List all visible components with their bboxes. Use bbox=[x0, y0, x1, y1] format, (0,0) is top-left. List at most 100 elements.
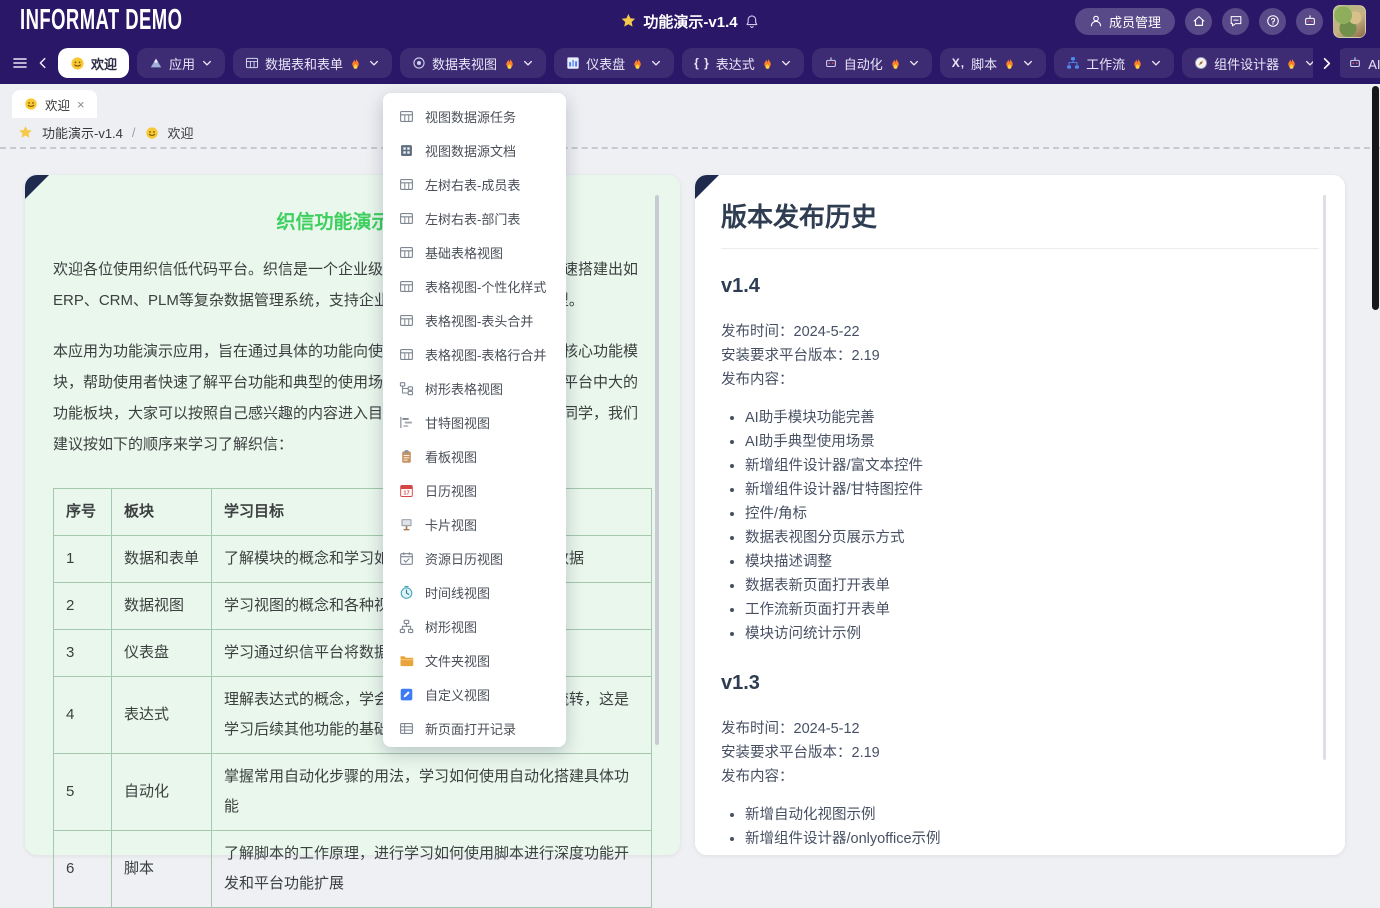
table-icon bbox=[399, 177, 414, 192]
fire-icon bbox=[503, 57, 516, 70]
nav-scroll-right-button[interactable] bbox=[1313, 42, 1340, 84]
release-note: 控件/角标 bbox=[745, 502, 1319, 526]
table-row: 6 脚本 了解脚本的工作原理，进行学习如何使用脚本进行深度功能开发和平台功能扩展 bbox=[54, 831, 652, 908]
open-tabs-bar: 欢迎 × bbox=[0, 84, 1380, 118]
release-note: 新增组件设计器/onlyoffice示例 bbox=[745, 827, 1319, 851]
welcome-panel-scrollbar[interactable] bbox=[655, 195, 659, 745]
chevron-down-icon bbox=[908, 57, 920, 69]
dropdown-menu-item[interactable]: 左树右表-部门表 bbox=[383, 201, 566, 235]
card-icon bbox=[399, 517, 414, 532]
nav-item-component-designer[interactable]: 组件设计器 bbox=[1182, 48, 1328, 78]
nav-item-automation[interactable]: 自动化 bbox=[812, 48, 932, 78]
dropdown-menu-item[interactable]: 日历视图 bbox=[383, 473, 566, 507]
smiley-icon bbox=[24, 97, 38, 111]
nav-item-expression[interactable]: { } 表达式 bbox=[682, 48, 804, 78]
chevron-down-icon bbox=[1022, 57, 1034, 69]
assistant-button[interactable] bbox=[1296, 8, 1323, 35]
script-x-icon: X, bbox=[952, 56, 965, 70]
member-management-button[interactable]: 成员管理 bbox=[1075, 8, 1175, 35]
feedback-button[interactable] bbox=[1222, 8, 1249, 35]
table-icon bbox=[399, 347, 414, 362]
fire-icon bbox=[1003, 57, 1016, 70]
app-logo: INFORMAT DEMO bbox=[20, 5, 182, 37]
dropdown-menu-item[interactable]: 表格视图-表格行合并 bbox=[383, 337, 566, 371]
app-title-text: 功能演示-v1.4 bbox=[643, 11, 737, 32]
breadcrumb-separator: / bbox=[132, 125, 136, 140]
table-icon bbox=[399, 109, 414, 124]
breadcrumb: 功能演示-v1.4 / 欢迎 bbox=[0, 118, 1380, 147]
dropdown-menu-item[interactable]: 表格视图-个性化样式 bbox=[383, 269, 566, 303]
member-management-label: 成员管理 bbox=[1109, 12, 1161, 31]
nav-item-tables-forms[interactable]: 数据表和表单 bbox=[233, 48, 392, 78]
version-heading: v1.3 bbox=[721, 672, 1319, 695]
user-avatar[interactable] bbox=[1333, 5, 1366, 38]
header-actions: 成员管理 bbox=[1075, 5, 1366, 38]
nav-item-welcome[interactable]: 欢迎 bbox=[58, 48, 129, 78]
bell-icon[interactable] bbox=[745, 14, 760, 29]
dropdown-menu-item[interactable]: 视图数据源文档 bbox=[383, 133, 566, 167]
dropdown-menu-item[interactable]: 基础表格视图 bbox=[383, 235, 566, 269]
breadcrumb-app[interactable]: 功能演示-v1.4 bbox=[42, 123, 123, 142]
hamburger-menu-button[interactable] bbox=[12, 55, 28, 71]
tab-welcome[interactable]: 欢迎 × bbox=[12, 90, 97, 118]
table-views-dropdown-menu: 视图数据源任务 视图数据源文档 左树右表-成员表 左树右表-部门表 基础表格视图… bbox=[383, 93, 566, 747]
fire-icon bbox=[1131, 57, 1144, 70]
robot-icon bbox=[1348, 56, 1362, 70]
chevron-down-icon bbox=[522, 57, 534, 69]
dropdown-menu-item[interactable]: 树形视图 bbox=[383, 609, 566, 643]
clock-icon bbox=[399, 585, 414, 600]
nav-item-dashboard[interactable]: 仪表盘 bbox=[554, 48, 674, 78]
custom-view-icon bbox=[399, 687, 414, 702]
version-heading: v1.4 bbox=[721, 275, 1319, 298]
smiley-icon bbox=[70, 56, 85, 71]
page-scrollbar-thumb[interactable] bbox=[1372, 86, 1379, 310]
table-icon bbox=[399, 211, 414, 226]
chat-icon bbox=[1229, 14, 1243, 28]
clipboard-icon bbox=[399, 449, 414, 464]
release-content-label: 发布内容： bbox=[721, 765, 1319, 789]
nav-item-apps[interactable]: 应用 bbox=[137, 48, 225, 78]
compass-icon bbox=[1194, 56, 1208, 70]
nav-item-table-views[interactable]: 数据表视图 bbox=[400, 48, 546, 78]
breadcrumb-page[interactable]: 欢迎 bbox=[168, 123, 194, 142]
release-notes-list: AI助手模块功能完善 AI助手典型使用场景 新增组件设计器/富文本控件 新增组件… bbox=[721, 406, 1319, 646]
dropdown-menu-item[interactable]: 树形表格视图 bbox=[383, 371, 566, 405]
dropdown-menu-item[interactable]: 卡片视图 bbox=[383, 507, 566, 541]
nav-item-workflow[interactable]: 工作流 bbox=[1054, 48, 1174, 78]
table-row: 5 自动化 掌握常用自动化步骤的用法，学习如何使用自动化搭建具体功能 bbox=[54, 754, 652, 831]
release-note: 新增组件设计器/甘特图控件 bbox=[745, 478, 1319, 502]
dropdown-menu-item[interactable]: 时间线视图 bbox=[383, 575, 566, 609]
chevron-down-icon bbox=[650, 57, 662, 69]
dropdown-menu-item[interactable]: 甘特图视图 bbox=[383, 405, 566, 439]
dropdown-menu-item[interactable]: 看板视图 bbox=[383, 439, 566, 473]
nav-item-ai-assistant[interactable]: AI助手 bbox=[1336, 48, 1380, 78]
dropdown-menu-item[interactable]: 自定义视图 bbox=[383, 677, 566, 711]
release-panel-scrollbar[interactable] bbox=[1323, 195, 1326, 760]
release-date: 发布时间：2024-5-12 bbox=[721, 717, 1319, 741]
fire-icon bbox=[349, 57, 362, 70]
robot-icon bbox=[824, 56, 838, 70]
dashed-divider bbox=[0, 147, 1380, 149]
release-history-panel: 版本发布历史 v1.4 发布时间：2024-5-22 安装要求平台版本：2.19… bbox=[695, 175, 1345, 855]
dropdown-menu-item[interactable]: 资源日历视图 bbox=[383, 541, 566, 575]
app-header: INFORMAT DEMO 功能演示-v1.4 成员管理 bbox=[0, 0, 1380, 42]
dropdown-menu-item[interactable]: 文件夹视图 bbox=[383, 643, 566, 677]
close-icon[interactable]: × bbox=[77, 97, 85, 112]
person-icon bbox=[1089, 14, 1103, 28]
release-note: 新增自动化视图示例 bbox=[745, 803, 1319, 827]
dropdown-menu-item[interactable]: 新页面打开记录 bbox=[383, 711, 566, 745]
record-list-icon bbox=[399, 721, 414, 736]
nav-scroll-left-button[interactable] bbox=[36, 56, 50, 70]
chevron-left-icon bbox=[36, 56, 50, 70]
dropdown-menu-item[interactable]: 左树右表-成员表 bbox=[383, 167, 566, 201]
home-button[interactable] bbox=[1185, 8, 1212, 35]
nav-item-script[interactable]: X, 脚本 bbox=[940, 48, 1046, 78]
dropdown-menu-item[interactable]: 表格视图-表头合并 bbox=[383, 303, 566, 337]
braces-icon: { } bbox=[694, 56, 710, 70]
fire-icon bbox=[761, 57, 774, 70]
help-button[interactable] bbox=[1259, 8, 1286, 35]
dropdown-menu-item[interactable]: 视图数据源任务 bbox=[383, 99, 566, 133]
chevron-down-icon bbox=[201, 57, 213, 69]
module-navbar: 欢迎 应用 数据表和表单 数据表视图 仪表盘 { } 表达式 自动化 X, 脚本 bbox=[0, 42, 1380, 84]
release-notes-list: 新增自动化视图示例 新增组件设计器/onlyoffice示例 bbox=[721, 803, 1319, 851]
